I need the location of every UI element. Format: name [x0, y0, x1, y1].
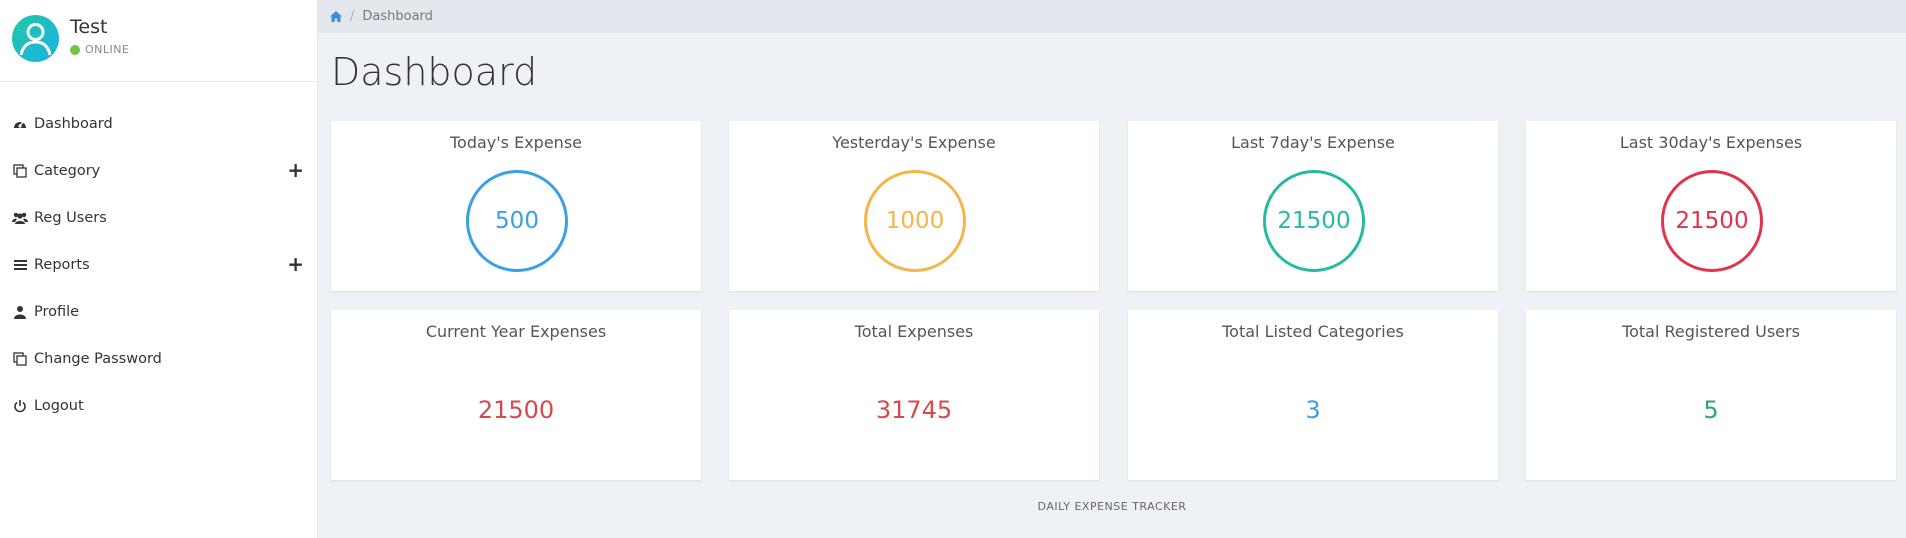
card-title: Current Year Expenses — [425, 322, 607, 341]
online-status: ONLINE — [70, 43, 129, 56]
status-dot-icon — [70, 44, 80, 55]
sidebar: Test ONLINE Dashboard Category + Reg Use… — [0, 0, 318, 538]
user-icon — [12, 304, 28, 320]
card-title: Total Listed Categories — [1222, 322, 1404, 341]
stat-card-yesterday: Yesterday's Expense 1000 — [729, 121, 1099, 291]
sidebar-item-label: Profile — [34, 303, 80, 320]
user-avatar-icon — [19, 23, 52, 56]
breadcrumb: / Dashboard — [318, 0, 1906, 33]
footer-text: DAILY EXPENSE TRACKER — [1037, 500, 1187, 513]
stat-card-last-30-days: Last 30day's Expenses 21500 — [1526, 121, 1896, 291]
card-value: 21500 — [477, 396, 555, 424]
sidebar-item-label: Change Password — [34, 350, 162, 367]
copy-icon — [12, 163, 28, 179]
copy-icon — [12, 351, 28, 367]
sidebar-item-label: Reg Users — [34, 209, 107, 226]
sidebar-item-dashboard[interactable]: Dashboard — [0, 100, 318, 147]
card-title: Yesterday's Expense — [832, 133, 996, 152]
stat-card-total-expenses: Total Expenses 31745 — [729, 310, 1099, 480]
avatar[interactable] — [12, 15, 59, 62]
sidebar-item-logout[interactable]: Logout — [0, 382, 318, 429]
stat-card-total-users: Total Registered Users 5 — [1526, 310, 1896, 480]
users-icon — [12, 210, 28, 226]
list-icon — [12, 257, 28, 273]
card-title: Last 30day's Expenses — [1619, 133, 1803, 152]
expand-plus-icon[interactable]: + — [287, 160, 304, 180]
sidebar-item-label: Reports — [34, 256, 90, 273]
card-title: Total Registered Users — [1622, 322, 1800, 341]
power-icon — [12, 398, 28, 414]
sidebar-item-category[interactable]: Category + — [0, 147, 318, 194]
expand-plus-icon[interactable]: + — [287, 254, 304, 274]
card-value-ring: 21500 — [1263, 170, 1365, 272]
card-value: 5 — [1703, 396, 1719, 424]
user-profile: Test ONLINE — [0, 0, 317, 82]
card-value-ring: 1000 — [864, 170, 966, 272]
user-name: Test — [70, 16, 108, 38]
page-title: Dashboard — [331, 50, 538, 94]
sidebar-item-label: Logout — [34, 397, 84, 414]
stat-card-current-year: Current Year Expenses 21500 — [331, 310, 701, 480]
card-title: Today's Expense — [450, 133, 582, 152]
stat-card-today: Today's Expense 500 — [331, 121, 701, 291]
dashboard-icon — [12, 116, 28, 132]
stat-card-last-7-days: Last 7day's Expense 21500 — [1128, 121, 1498, 291]
sidebar-item-reports[interactable]: Reports + — [0, 241, 318, 288]
card-title: Total Expenses — [854, 322, 974, 341]
card-value: 31745 — [875, 396, 953, 424]
sidebar-item-reg-users[interactable]: Reg Users — [0, 194, 318, 241]
card-value-ring: 500 — [466, 170, 568, 272]
sidebar-item-profile[interactable]: Profile — [0, 288, 318, 335]
breadcrumb-current: Dashboard — [362, 9, 433, 24]
home-icon[interactable] — [330, 11, 342, 22]
sidebar-item-change-password[interactable]: Change Password — [0, 335, 318, 382]
card-title: Last 7day's Expense — [1231, 133, 1395, 152]
card-value-ring: 21500 — [1661, 170, 1763, 272]
card-value: 3 — [1305, 396, 1321, 424]
sidebar-item-label: Dashboard — [34, 115, 113, 132]
sidebar-nav: Dashboard Category + Reg Users Reports + — [0, 100, 318, 429]
stat-card-total-categories: Total Listed Categories 3 — [1128, 310, 1498, 480]
breadcrumb-separator: / — [350, 9, 355, 24]
status-label: ONLINE — [85, 43, 130, 56]
sidebar-item-label: Category — [34, 162, 101, 179]
